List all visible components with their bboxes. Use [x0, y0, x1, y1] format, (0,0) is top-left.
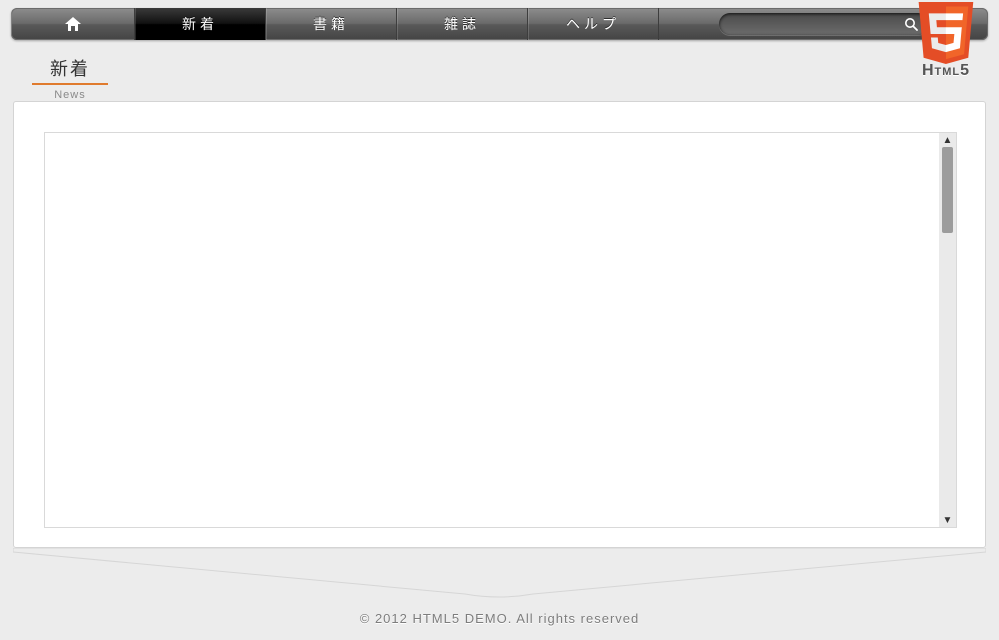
scroll-track[interactable] — [939, 147, 956, 513]
page-title-tab: 新着 News — [32, 55, 108, 101]
content-box: ▲ ▼ — [44, 132, 957, 528]
nav-help[interactable]: ヘルプ — [528, 8, 659, 40]
top-navbar: 新着 書籍 雑誌 ヘルプ — [11, 8, 988, 40]
nav-label: 書籍 — [313, 14, 349, 34]
html5-logo: Html5 — [911, 2, 981, 80]
footer-text: © 2012 HTML5 DEMO. All rights reserved — [0, 611, 999, 626]
main-panel: ▲ ▼ — [13, 101, 986, 548]
nav-label: 新着 — [182, 14, 218, 34]
content-area — [45, 133, 939, 527]
search-input[interactable] — [729, 17, 901, 31]
nav-magazines[interactable]: 雑誌 — [397, 8, 528, 40]
scrollbar: ▲ ▼ — [939, 133, 956, 527]
panel-bottom-ribbon — [13, 548, 986, 598]
scroll-thumb[interactable] — [942, 147, 953, 233]
page-title-en: News — [32, 89, 108, 101]
scroll-down-arrow-icon[interactable]: ▼ — [939, 513, 956, 527]
scroll-up-arrow-icon[interactable]: ▲ — [939, 133, 956, 147]
nav-label: ヘルプ — [566, 14, 620, 34]
home-icon — [63, 15, 83, 33]
search-box — [719, 13, 929, 35]
html5-logo-text: Html5 — [911, 62, 981, 80]
nav-books[interactable]: 書籍 — [266, 8, 397, 40]
nav-label: 雑誌 — [444, 14, 480, 34]
nav-home[interactable] — [11, 8, 135, 40]
page-title-jp: 新着 — [32, 55, 108, 85]
html5-shield-icon — [915, 2, 977, 64]
nav-new[interactable]: 新着 — [135, 8, 266, 40]
